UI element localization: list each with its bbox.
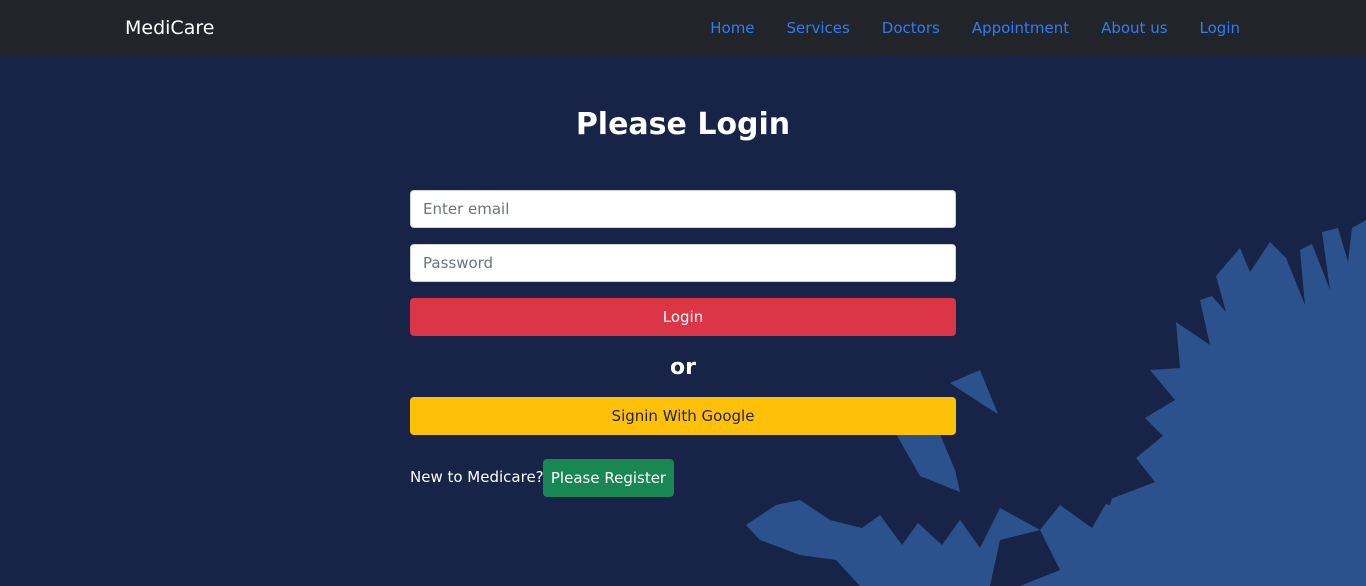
nav-link-home[interactable]: Home xyxy=(710,18,754,38)
brand-logo[interactable]: MediCare xyxy=(125,16,214,40)
login-button[interactable]: Login xyxy=(410,298,956,336)
or-divider: or xyxy=(670,355,696,380)
new-user-text: New to Medicare? xyxy=(410,468,544,486)
password-input[interactable] xyxy=(410,244,956,282)
nav-link-appointment[interactable]: Appointment xyxy=(972,18,1069,38)
nav-link-doctors[interactable]: Doctors xyxy=(882,18,940,38)
navbar: MediCare Home Services Doctors Appointme… xyxy=(0,0,1366,56)
page-title: Please Login xyxy=(575,107,791,142)
email-input[interactable] xyxy=(410,190,956,228)
nav-link-services[interactable]: Services xyxy=(787,18,850,38)
nav-link-login[interactable]: Login xyxy=(1200,18,1240,38)
register-button[interactable]: Please Register xyxy=(543,459,674,497)
google-signin-button[interactable]: Signin With Google xyxy=(410,397,956,435)
nav-links: Home Services Doctors Appointment About … xyxy=(678,18,1240,38)
nav-link-about-us[interactable]: About us xyxy=(1101,18,1167,38)
